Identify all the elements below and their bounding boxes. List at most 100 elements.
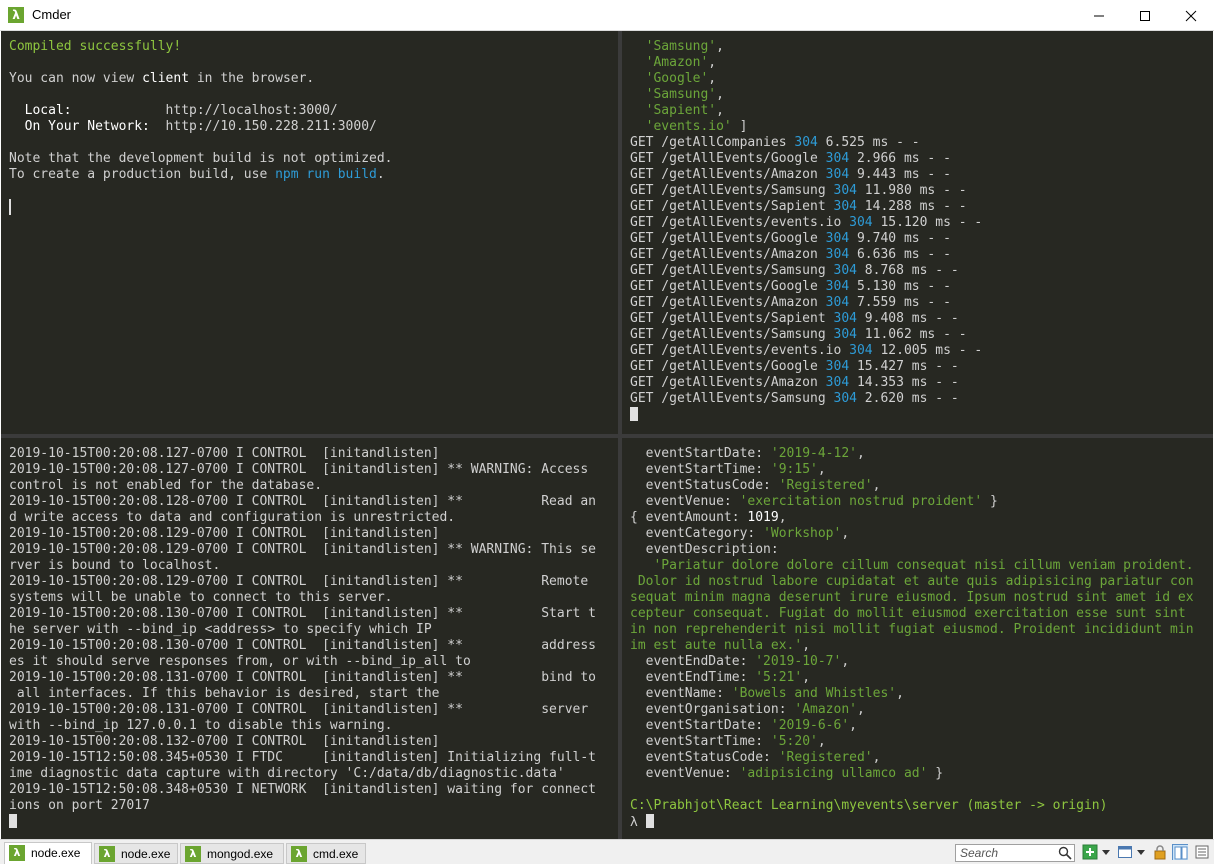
console-text: '2019-10-7' [755,654,842,669]
search-input[interactable]: Search [955,844,1075,862]
console-line: 'events.io' ] [630,119,982,135]
pane-bottom-right-cmd[interactable]: eventStartDate: '2019-4-12', eventStartT… [622,438,1213,839]
console-line: GET /getAllEvents/Google 304 2.966 ms - … [630,151,982,167]
console-text: 2019-10-15T00:20:08.129-0700 I CONTROL [… [9,526,440,541]
console-line: GET /getAllCompanies 304 6.525 ms - - [630,135,982,151]
console-line: im est aute nulla ex.', [630,638,1194,654]
tab-cmd[interactable]: λ cmd.exe [286,843,366,864]
console-text: GET /getAllEvents/Amazon [630,295,826,310]
console-text: 2019-10-15T12:50:08.345+0530 I FTDC [ini… [9,750,596,765]
console-line: GET /getAllEvents/Google 304 5.130 ms - … [630,279,982,295]
console-line: he server with --bind_ip <address> to sp… [9,622,596,638]
console-text: GET /getAllEvents/events.io [630,343,850,358]
console-text: '9:15' [770,462,818,477]
console-text: , [716,39,724,54]
console-text: in the browser. [189,71,315,86]
console-text: , [841,526,850,541]
console-text: 304 [849,343,873,358]
tab-node-2[interactable]: λ node.exe [94,843,178,864]
maximize-button[interactable] [1122,0,1168,30]
console-text: To create a production build, use [9,167,276,182]
maximize-icon [1140,11,1150,21]
tab-node-1[interactable]: λ node.exe [4,842,92,864]
console-text: client [142,71,190,86]
console-text: 11.980 ms - - [856,183,967,198]
dropdown-arrow-icon[interactable] [1101,844,1111,860]
console-text: 'adipisicing ullamco ad' [739,766,928,781]
console-text: http://localhost:3000/ [71,103,338,118]
minimize-button[interactable] [1076,0,1122,30]
console-text: 'Bowels and Whistles' [731,686,897,701]
console-text: 'Workshop' [763,526,842,541]
console-output: Compiled successfully! You can now view c… [9,39,393,215]
console-text: 1019 [747,510,779,525]
console-text: in non reprehenderit nisi mollit fugiat … [630,622,1194,637]
console-line: eventOrganisation: 'Amazon', [630,702,1194,718]
layout-icon[interactable] [1117,844,1133,860]
console-line: 'Samsung', [630,87,982,103]
console-text: , [849,718,857,733]
console-text: 2.966 ms - - [849,151,951,166]
console-text: GET /getAllEvents/Google [630,231,826,246]
console-line: eventName: 'Bowels and Whistles', [630,686,1194,702]
dropdown-arrow-icon[interactable] [1136,844,1146,860]
console-text: 304 [825,295,850,310]
console-text: , [872,478,881,493]
tab-label: node.exe [31,846,81,860]
console-text: λ [630,815,646,830]
console-line: 'Samsung', [630,39,982,55]
console-text: 'exercitation nostrud proident' [739,494,983,509]
console-line: cepteur consequat. Fugiat do mollit eius… [630,606,1194,622]
console-line: ime diagnostic data capture with directo… [9,766,596,782]
console-line: You can now view client in the browser. [9,71,393,87]
console-text: , [716,103,724,118]
console-text: , [708,55,717,70]
lambda-icon: λ [99,846,115,862]
console-text: 304 [833,391,857,406]
console-text: d write access to data and configuration… [9,510,456,525]
close-button[interactable] [1168,0,1214,30]
console-text: , [857,702,865,717]
lambda-icon: λ [185,846,201,862]
console-line: 2019-10-15T00:20:08.127-0700 I CONTROL [… [9,446,596,462]
console-line [630,407,982,423]
new-tab-plus-icon[interactable] [1082,844,1098,860]
console-text: 'Amazon' [794,702,857,717]
console-output: 2019-10-15T00:20:08.127-0700 I CONTROL [… [9,446,596,830]
console-text: 11.062 ms - - [856,327,967,342]
console-line: sequat minim magna deserunt irure eiusmo… [630,590,1194,606]
console-text: http://10.150.228.211:3000/ [149,119,377,134]
console-text: 'events.io' [645,119,732,134]
console-text: 2019-10-15T00:20:08.130-0700 I CONTROL [… [9,606,596,621]
console-text: 304 [825,359,850,374]
search-icon[interactable] [1058,846,1072,860]
split-view-icon[interactable] [1172,844,1188,860]
pane-splitter-horizontal[interactable] [1,434,1213,438]
console-text: eventVenue: [630,494,740,509]
console-text: '2019-6-6' [770,718,850,733]
pane-bottom-left-mongod-log[interactable]: 2019-10-15T00:20:08.127-0700 I CONTROL [… [1,438,618,839]
tab-mongod[interactable]: λ mongod.exe [180,843,284,864]
console-text: GET /getAllEvents/Sapient [630,311,834,326]
console-text: 'Amazon' [645,55,709,70]
console-text: 304 [849,215,873,230]
console-text: 2019-10-15T00:20:08.129-0700 I CONTROL [… [9,542,596,557]
console-text: Dolor id nostrud labore cupidatat et aut… [630,574,1194,589]
tab-label: node.exe [121,847,171,861]
console-text: 9.443 ms - - [849,167,951,182]
console-line: 2019-10-15T00:20:08.129-0700 I CONTROL [… [9,542,596,558]
console-text: 2019-10-15T00:20:08.127-0700 I CONTROL [… [9,462,589,477]
pane-top-right-api-log[interactable]: 'Samsung', 'Amazon', 'Google', 'Samsung'… [622,31,1213,434]
menu-icon[interactable] [1194,844,1210,860]
cmder-lambda-icon[interactable]: λ [8,7,24,23]
console-text: 5.130 ms - - [849,279,951,294]
console-line: GET /getAllEvents/Amazon 304 9.443 ms - … [630,167,982,183]
lock-icon[interactable] [1152,844,1168,860]
console-line: GET /getAllEvents/Samsung 304 11.062 ms … [630,327,982,343]
pane-top-left-react-dev-server[interactable]: Compiled successfully! You can now view c… [1,31,618,434]
console-text: eventOrganisation: [630,702,795,717]
console-text: GET /getAllEvents/Samsung [630,263,834,278]
console-line: Local: http://localhost:3000/ [9,103,393,119]
